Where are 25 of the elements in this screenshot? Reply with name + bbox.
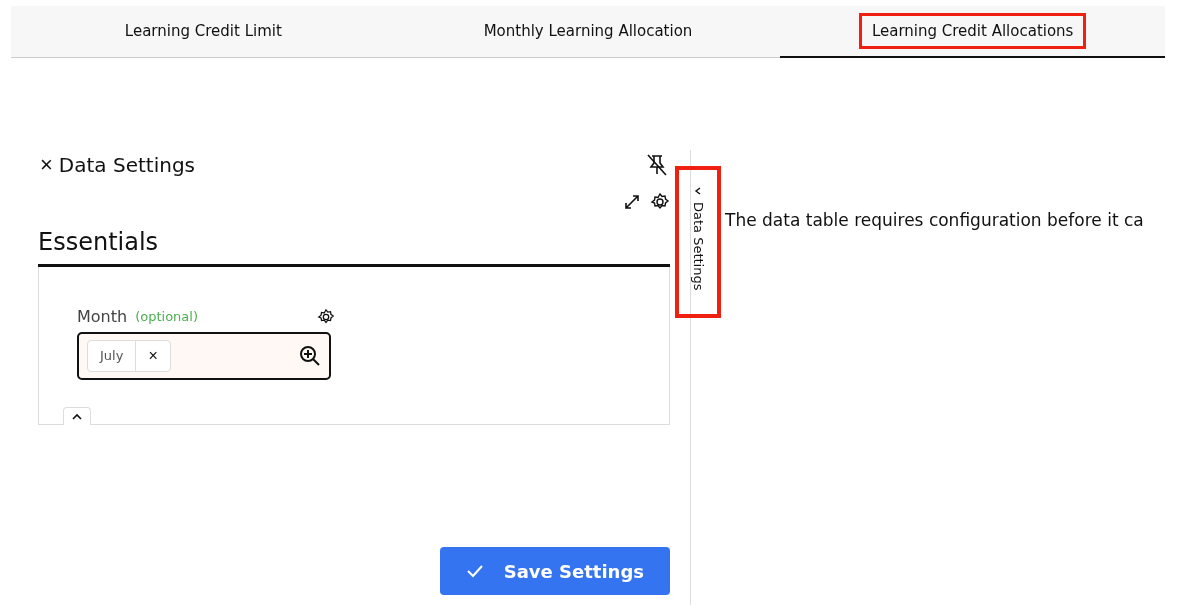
month-field[interactable]: July × — [77, 332, 331, 380]
close-button[interactable]: × — [38, 152, 59, 178]
save-settings-button[interactable]: Save Settings — [439, 547, 670, 595]
check-icon — [465, 564, 484, 578]
zoom-in-icon[interactable] — [299, 345, 321, 367]
section-title: Essentials — [38, 228, 670, 267]
tab-label: Learning Credit Allocations — [858, 13, 1087, 49]
tab[interactable]: Learning Credit Limit — [11, 6, 396, 58]
tab-label: Monthly Learning Allocation — [482, 21, 694, 42]
collapse-button[interactable] — [63, 407, 91, 425]
panel-title: Data Settings — [58, 153, 195, 177]
settings-icon[interactable] — [317, 307, 335, 326]
optional-hint: (optional) — [135, 309, 198, 324]
remove-button[interactable]: × — [136, 347, 170, 365]
tab-label: Learning Credit Limit — [123, 21, 283, 42]
expand-icon[interactable] — [622, 192, 642, 212]
side-tab[interactable]: Data Settings — [675, 166, 721, 318]
chevron-up-icon — [71, 412, 83, 421]
chevron-left-icon — [693, 186, 703, 196]
field-label: Month — [77, 307, 128, 326]
tab[interactable]: Learning Credit Allocations — [780, 6, 1165, 58]
message-text: The data table requires configuration before it ca — [725, 210, 1144, 232]
chip-label: July — [88, 341, 137, 371]
tab[interactable]: Monthly Learning Allocation — [395, 6, 781, 58]
unpin-icon[interactable] — [644, 153, 670, 177]
